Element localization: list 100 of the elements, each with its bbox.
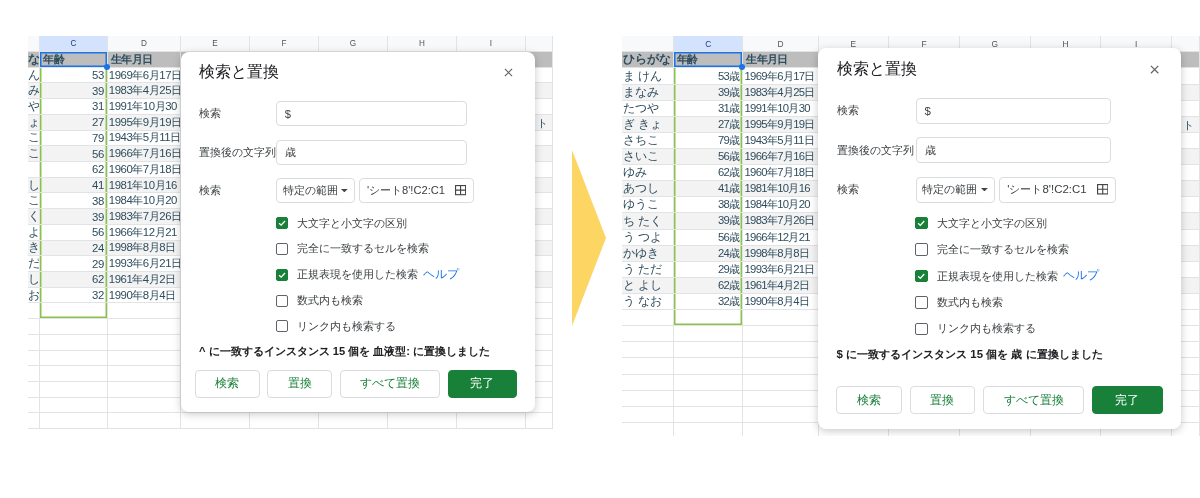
- empty-cell: [40, 413, 108, 430]
- empty-cell: [28, 397, 40, 414]
- table-cell: さいこ: [622, 149, 674, 166]
- table-header-cell: 年齢: [40, 51, 108, 68]
- table-cell: 56: [40, 224, 108, 241]
- dialog-button[interactable]: 置換: [909, 385, 975, 415]
- grid-icon[interactable]: [1096, 184, 1109, 195]
- input-field[interactable]: 歳: [276, 139, 467, 165]
- field-label: 置換後の文字列: [836, 142, 915, 158]
- input-field[interactable]: 歳: [915, 137, 1112, 164]
- column-header[interactable]: C: [40, 36, 108, 52]
- table-cell: 62: [40, 272, 108, 288]
- table-cell: 1990年8月4日: [107, 287, 181, 304]
- empty-cell: [674, 374, 744, 391]
- fill-handle[interactable]: [103, 63, 110, 70]
- dialog-title: 検索と置換: [836, 58, 917, 79]
- empty-cell: [388, 413, 457, 430]
- field-label: 置換後の文字列: [199, 144, 276, 160]
- dialog-button[interactable]: すべて置換: [983, 385, 1085, 415]
- empty-cell: [674, 358, 744, 375]
- column-header[interactable]: C: [674, 36, 744, 53]
- grid-icon[interactable]: [455, 185, 467, 196]
- dialog-button[interactable]: 置換: [267, 369, 332, 398]
- checkbox[interactable]: [915, 322, 928, 336]
- dialog-button[interactable]: すべて置換: [339, 369, 440, 398]
- table-cell: 31: [40, 99, 108, 115]
- done-button[interactable]: 完了: [447, 369, 517, 398]
- checkbox[interactable]: [275, 242, 288, 255]
- close-icon[interactable]: [504, 68, 514, 78]
- close-icon[interactable]: [1149, 64, 1159, 74]
- table-cell: き: [28, 240, 40, 257]
- status-message: $ に一致するインスタンス 15 個を 歳 に置換しました: [836, 346, 1104, 362]
- table-cell: 24: [40, 240, 108, 257]
- empty-cell: [40, 350, 108, 367]
- checkbox[interactable]: [915, 296, 928, 309]
- range-field[interactable]: 'シート8'!C2:C1: [359, 177, 474, 204]
- table-cell: 1995年9月19日: [107, 114, 181, 131]
- table-cell: う ただ: [622, 261, 674, 278]
- table-cell: 1966年7月16日: [107, 146, 181, 162]
- table-cell: 39: [40, 209, 108, 225]
- dialog-button[interactable]: 検索: [836, 385, 902, 415]
- range-field[interactable]: 'シート8'!C2:C1: [999, 176, 1117, 203]
- dialog-button[interactable]: 検索: [195, 369, 260, 398]
- column-header[interactable]: I: [457, 36, 526, 52]
- empty-cell: [674, 326, 744, 343]
- input-field[interactable]: $: [276, 101, 467, 127]
- table-cell: 1960年7月18日: [107, 162, 181, 178]
- empty-cell: [622, 374, 674, 391]
- field-label: 検索: [836, 103, 860, 119]
- table-cell: かゆき: [622, 245, 674, 262]
- fill-handle[interactable]: [739, 64, 746, 71]
- table-cell: う なお: [622, 294, 674, 311]
- dialog-title: 検索と置換: [199, 62, 279, 83]
- table-cell: [28, 162, 40, 178]
- table-cell: ま けん: [622, 68, 674, 85]
- table-cell: ょ: [28, 114, 40, 131]
- table-cell: 32歳: [674, 294, 744, 311]
- table-cell: 41: [40, 177, 108, 194]
- empty-cell: [28, 303, 40, 320]
- table-cell: 27: [40, 114, 108, 131]
- checkbox[interactable]: [275, 268, 288, 281]
- scope-dropdown[interactable]: 特定の範囲: [915, 176, 995, 203]
- table-cell: まなみ: [622, 84, 674, 101]
- table-cell: 32: [40, 287, 108, 304]
- table-cell: 1983年7月26日: [107, 209, 181, 225]
- scope-dropdown[interactable]: 特定の範囲: [276, 177, 355, 204]
- checkbox[interactable]: [915, 269, 928, 283]
- column-header[interactable]: F: [250, 36, 319, 52]
- help-link[interactable]: ヘルプ: [1063, 268, 1100, 285]
- table-cell: 27歳: [674, 116, 744, 133]
- checkbox[interactable]: [275, 294, 288, 307]
- column-header[interactable]: G: [319, 36, 388, 52]
- checkbox[interactable]: [275, 320, 288, 333]
- checkbox[interactable]: [915, 217, 928, 230]
- empty-cell: [319, 413, 388, 430]
- empty-cell: [622, 390, 674, 407]
- caret-icon: [981, 187, 989, 192]
- empty-cell: [28, 334, 40, 351]
- input-field[interactable]: $: [915, 98, 1112, 124]
- table-cell: 1966年12月21: [107, 224, 181, 241]
- field-label: 検索: [199, 183, 222, 198]
- table-cell: 53歳: [674, 68, 744, 85]
- done-button[interactable]: 完了: [1092, 385, 1163, 415]
- empty-cell: [622, 342, 674, 359]
- column-header[interactable]: D: [107, 36, 181, 52]
- empty-cell: [28, 382, 40, 398]
- table-cell: 31歳: [674, 100, 744, 117]
- table-cell: 1983年4月25日: [107, 83, 181, 100]
- help-link[interactable]: ヘルプ: [423, 267, 460, 283]
- empty-cell: [40, 303, 108, 320]
- empty-cell: [674, 406, 744, 423]
- table-cell: く: [28, 209, 40, 225]
- table-header-cell: 生年月日: [107, 51, 181, 68]
- empty-cell: [457, 413, 526, 430]
- empty-cell: [622, 310, 674, 327]
- empty-cell: [28, 350, 40, 367]
- checkbox[interactable]: [915, 243, 928, 256]
- column-header[interactable]: E: [181, 36, 250, 52]
- checkbox[interactable]: [275, 217, 288, 230]
- column-header[interactable]: H: [388, 36, 457, 52]
